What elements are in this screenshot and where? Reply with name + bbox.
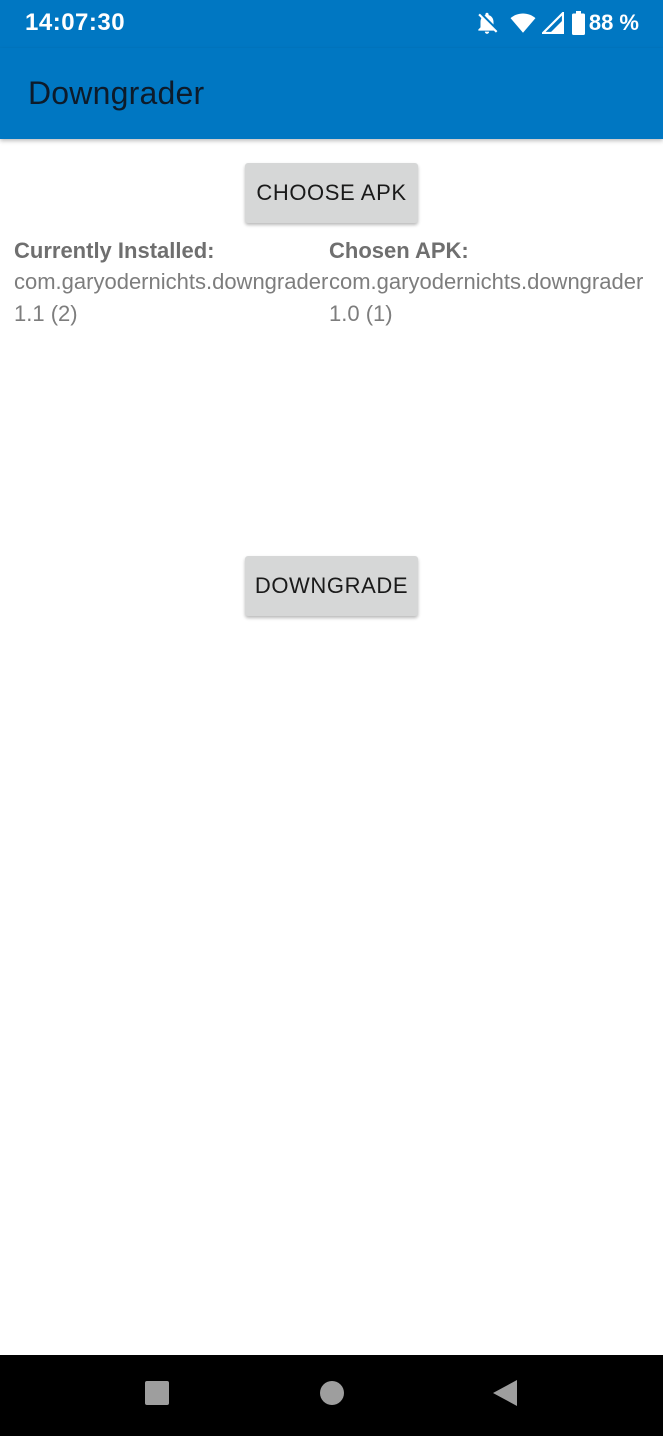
app-title: Downgrader [28, 75, 205, 111]
status-bar: 14:07:30 88 % [0, 0, 663, 48]
status-time: 14:07:30 [25, 9, 126, 36]
recents-button[interactable] [112, 1355, 202, 1436]
home-icon [319, 1380, 345, 1411]
home-button[interactable] [287, 1355, 377, 1436]
choose-apk-button[interactable]: CHOOSE APK [245, 163, 418, 223]
chosen-package: com.garyodernichts.downgrader [329, 269, 644, 294]
installed-info: Currently Installed: com.garyodernichts.… [14, 237, 329, 328]
notifications-off-icon [474, 10, 500, 36]
chosen-info: Chosen APK: com.garyodernichts.downgrade… [329, 237, 644, 328]
screen: 14:07:30 88 % Downgrader CHOOSE APK Curr… [0, 0, 663, 1436]
installed-package: com.garyodernichts.downgrader [14, 269, 329, 294]
installed-label: Currently Installed: [14, 238, 215, 263]
downgrade-button[interactable]: DOWNGRADE [245, 556, 418, 616]
installed-version: 1.1 (2) [14, 301, 78, 326]
navigation-bar [0, 1355, 663, 1436]
back-icon [491, 1379, 519, 1412]
chosen-version: 1.0 (1) [329, 301, 393, 326]
battery-percent: 88 % [588, 10, 639, 35]
chosen-label: Chosen APK: [329, 238, 469, 263]
recents-icon [144, 1380, 170, 1411]
back-button[interactable] [460, 1355, 550, 1436]
app-bar: Downgrader [0, 48, 663, 139]
cell-signal-icon [541, 12, 564, 34]
status-icons: 88 % [474, 8, 639, 38]
wifi-icon [510, 12, 536, 34]
battery-icon [571, 11, 585, 35]
